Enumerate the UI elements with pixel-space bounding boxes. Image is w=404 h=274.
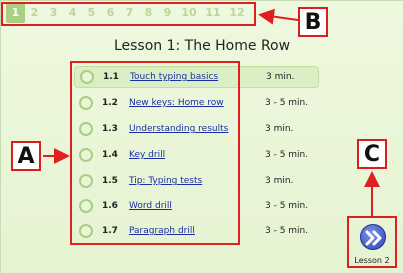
highlight-box-a: [70, 61, 240, 245]
exercise-duration: 3 min.: [265, 124, 294, 134]
next-lesson-button[interactable]: [360, 224, 386, 250]
next-lesson-label[interactable]: Lesson 2: [349, 256, 395, 265]
exercise-duration: 3 - 5 min.: [265, 226, 309, 236]
double-chevron-right-icon: [365, 230, 382, 246]
callout-b: B: [298, 7, 328, 37]
exercise-duration: 3 - 5 min.: [265, 150, 309, 160]
callout-c: C: [357, 139, 387, 169]
exercise-duration: 3 min.: [265, 176, 294, 186]
exercise-duration: 3 - 5 min.: [265, 201, 309, 211]
exercise-duration: 3 min.: [266, 72, 295, 82]
page-title: Lesson 1: The Home Row: [113, 38, 291, 54]
exercise-duration: 3 - 5 min.: [265, 98, 309, 108]
callout-a: A: [11, 141, 41, 171]
arrow-b: [258, 8, 299, 25]
